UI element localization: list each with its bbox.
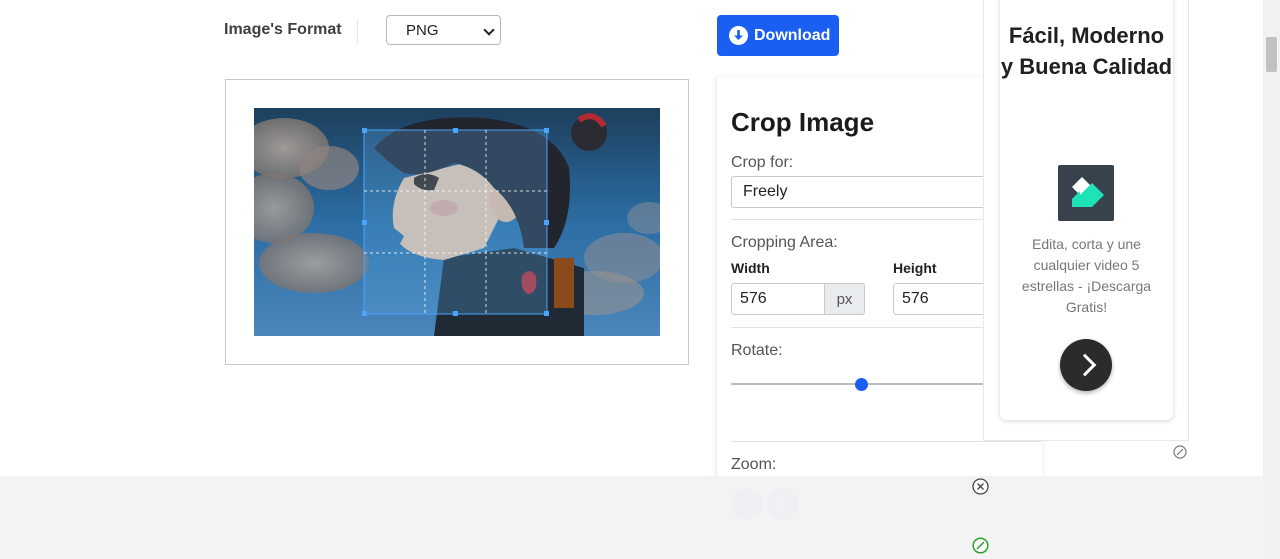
- rotate-slider-thumb[interactable]: [854, 378, 868, 391]
- scrollbar[interactable]: [1263, 0, 1280, 559]
- download-icon: [729, 26, 748, 45]
- ad-title: Fácil, Moderno y Buena Calidad: [1000, 23, 1173, 79]
- bottom-ad-overlay: [0, 476, 1263, 559]
- image-preview-box: [225, 79, 689, 365]
- chevron-right-icon[interactable]: [1060, 339, 1112, 391]
- divider: [357, 19, 358, 43]
- ad-container: Fácil, Moderno y Buena Calidad Edita, co…: [983, 0, 1189, 441]
- format-select[interactable]: PNG: [386, 15, 501, 45]
- height-label: Height: [893, 260, 937, 276]
- rotate-label: Rotate:: [731, 342, 783, 359]
- chevron-down-icon: [483, 24, 495, 36]
- app-logo-icon: [1058, 165, 1114, 221]
- adchoices-icon[interactable]: [972, 537, 989, 554]
- format-select-value: PNG: [406, 21, 439, 39]
- image-preview[interactable]: [254, 108, 660, 336]
- image-format-label: Image's Format: [224, 21, 342, 38]
- page: Image's Format PNG Download Crop Image C…: [0, 0, 1280, 559]
- width-input[interactable]: 576: [731, 283, 825, 315]
- adchoices-icon[interactable]: [1173, 445, 1187, 459]
- scrollbar-thumb[interactable]: [1266, 37, 1277, 72]
- anime-portrait-image: [254, 108, 660, 336]
- close-icon[interactable]: [972, 478, 989, 495]
- download-button-label: Download: [754, 26, 831, 44]
- width-unit: px: [824, 283, 865, 315]
- cropping-area-label: Cropping Area:: [731, 234, 838, 251]
- panel-title: Crop Image: [731, 107, 875, 137]
- divider: [731, 441, 1041, 442]
- width-label: Width: [731, 260, 770, 276]
- ad-card[interactable]: Fácil, Moderno y Buena Calidad Edita, co…: [1000, 0, 1173, 420]
- download-button[interactable]: Download: [717, 15, 839, 56]
- ad-description: Edita, corta y une cualquier video 5 est…: [1021, 236, 1152, 315]
- zoom-label: Zoom:: [731, 456, 777, 473]
- crop-for-label: Crop for:: [731, 154, 794, 171]
